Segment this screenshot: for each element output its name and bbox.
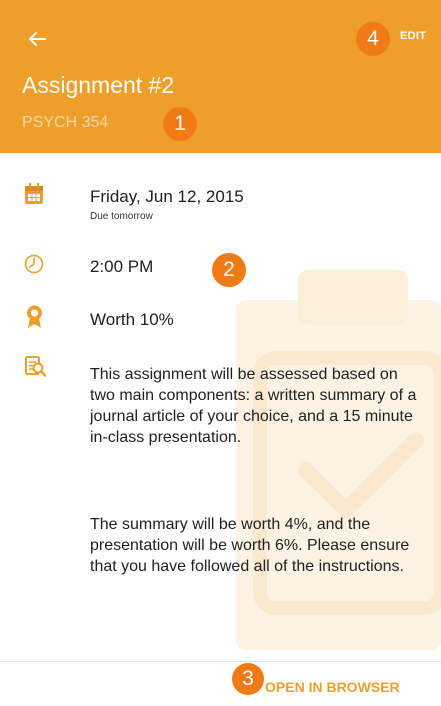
due-time: 2:00 PM: [90, 257, 154, 276]
award-ribbon-icon: [27, 305, 42, 328]
callout-badge-1: 1: [163, 107, 197, 141]
back-button[interactable]: [22, 24, 52, 54]
due-date-note: Due tomorrow: [90, 211, 153, 222]
due-date: Friday, Jun 12, 2015: [90, 187, 244, 206]
course-code: PSYCH 354: [22, 114, 109, 131]
document-search-icon: [25, 356, 46, 377]
calendar-icon: [25, 183, 43, 204]
callout-badge-4: 4: [356, 22, 390, 56]
edit-button[interactable]: EDIT: [400, 30, 426, 42]
description-paragraph-1: This assignment will be assessed based o…: [90, 366, 417, 446]
arrow-left-icon: [29, 32, 46, 46]
description-paragraph-2: The summary will be worth 4%, and the pr…: [90, 516, 410, 575]
clock-icon: [24, 254, 44, 274]
callout-badge-3: 3: [232, 663, 264, 695]
footer-divider: [0, 661, 441, 662]
worth-percentage: Worth 10%: [90, 310, 174, 329]
open-in-browser-button[interactable]: OPEN IN BROWSER: [265, 679, 400, 695]
page-title: Assignment #2: [22, 72, 175, 98]
